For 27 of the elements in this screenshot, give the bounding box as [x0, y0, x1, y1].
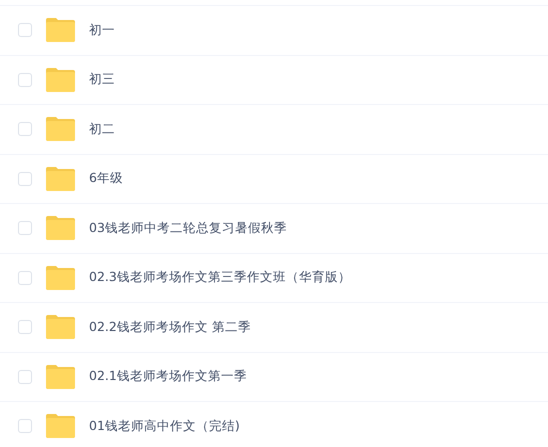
folder-name[interactable]: 01钱老师高中作文（完结) [89, 418, 240, 435]
folder-name[interactable]: 初二 [89, 120, 115, 138]
folder-name[interactable]: 02.1钱老师考场作文第一季 [89, 368, 247, 386]
checkbox[interactable] [18, 72, 32, 87]
checkbox[interactable] [18, 419, 32, 434]
folder-icon [46, 364, 75, 389]
folder-icon [46, 68, 75, 92]
folder-name[interactable]: 03钱老师中考二轮总复习暑假秋季 [89, 220, 287, 237]
folder-name[interactable]: 02.2钱老师考场作文 第二季 [89, 318, 251, 336]
checkbox[interactable] [18, 122, 32, 136]
folder-icon [46, 18, 75, 42]
folder-icon [46, 266, 75, 290]
checkbox[interactable] [18, 370, 32, 384]
checkbox[interactable] [18, 320, 32, 334]
folder-name[interactable]: 初三 [89, 71, 115, 88]
folder-name[interactable]: 02.3钱老师考场作文第三季作文班（华育版） [89, 269, 351, 286]
checkbox[interactable] [18, 172, 32, 186]
folder-icon [46, 117, 75, 142]
checkbox[interactable] [18, 23, 32, 38]
folder-icon [46, 216, 75, 240]
folder-icon [46, 166, 75, 191]
folder-icon [46, 315, 75, 340]
folder-name[interactable]: 初一 [89, 22, 115, 39]
checkbox[interactable] [18, 270, 32, 285]
folder-name[interactable]: 6年级 [89, 170, 123, 188]
checkbox[interactable] [18, 221, 32, 236]
folder-icon [46, 414, 75, 438]
